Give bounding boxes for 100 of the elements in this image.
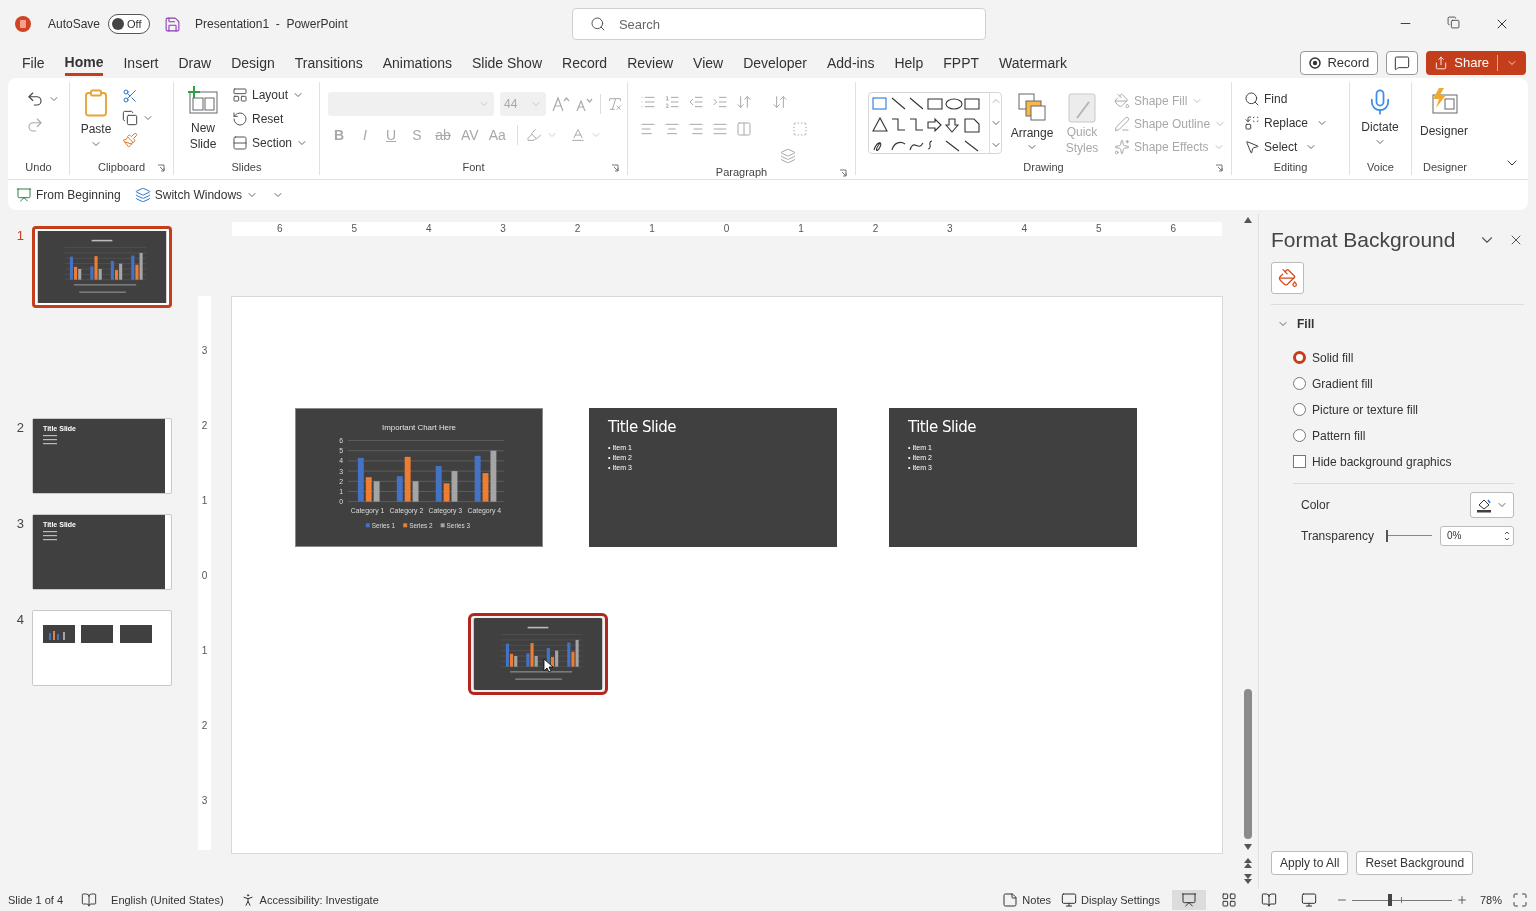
ribbon-tab[interactable]: Watermark	[989, 49, 1077, 77]
slide-option-button[interactable]: Reset	[232, 110, 309, 128]
slide-title: Title Slide	[908, 418, 978, 437]
share-button[interactable]: Share	[1426, 51, 1526, 75]
search-field[interactable]: Search	[571, 8, 986, 40]
radio-button[interactable]	[1293, 377, 1306, 390]
ruler-number: 5	[351, 224, 357, 234]
slide-option-button[interactable]: Section	[232, 134, 309, 152]
window-title: Presentation1 - PowerPoint	[195, 16, 348, 33]
ruler-number: 4	[1021, 224, 1028, 234]
zoom-level[interactable]: 78%	[1479, 891, 1502, 909]
grow-font-icon[interactable]	[552, 96, 570, 112]
quick-access-button[interactable]: From Beginning	[16, 186, 121, 204]
dialog-launcher-icon[interactable]	[157, 164, 165, 172]
arrange-button[interactable]: Arrange	[1010, 92, 1054, 156]
ribbon-tab[interactable]: Draw	[168, 49, 222, 77]
previous-slide-icon[interactable]	[1243, 857, 1253, 869]
radio-label[interactable]: Picture or texture fill	[1312, 400, 1419, 419]
fill-category-tab[interactable]	[1271, 261, 1304, 294]
ruler-number: 2	[574, 224, 581, 234]
next-slide-icon[interactable]	[1243, 873, 1253, 885]
ribbon-tab[interactable]: Review	[617, 49, 684, 77]
zoom-in-icon[interactable]	[1455, 894, 1468, 906]
editing-button[interactable]: Replace	[1244, 114, 1329, 132]
paste-button[interactable]: Paste	[78, 86, 114, 150]
ribbon-tab[interactable]: Insert	[113, 49, 169, 77]
group-label: Editing	[1273, 159, 1308, 175]
replace-icon	[1244, 115, 1260, 131]
radio-button[interactable]	[1293, 403, 1306, 416]
ruler-number: 2	[201, 421, 208, 431]
ribbon-tab[interactable]: Design	[221, 49, 285, 77]
ribbon-tab[interactable]: File	[12, 49, 55, 77]
view-icon	[1260, 892, 1277, 908]
color-picker-button[interactable]	[1470, 491, 1514, 518]
ruler-number: 3	[500, 224, 506, 234]
notes-button[interactable]: Notes	[1002, 891, 1052, 909]
copy-icon[interactable]	[122, 110, 138, 126]
ribbon-tab[interactable]: Home	[54, 49, 114, 77]
new-slide-button[interactable]: New Slide	[182, 86, 224, 152]
ruler-number: 5	[1096, 224, 1102, 234]
normal-view-button[interactable]	[1171, 890, 1206, 910]
spinner-icon[interactable]	[1504, 529, 1510, 542]
designer-button[interactable]: Designer	[1416, 86, 1472, 140]
group-label: Clipboard	[97, 159, 146, 175]
transparency-slider[interactable]	[1386, 529, 1432, 542]
undo-icon[interactable]	[26, 90, 44, 108]
ribbon-tab[interactable]: Slide Show	[461, 49, 552, 77]
record-button[interactable]: Record	[1300, 51, 1379, 75]
save-icon[interactable]	[164, 15, 182, 33]
fit-to-window-icon[interactable]	[1512, 892, 1528, 908]
ribbon-tab[interactable]: Help	[884, 49, 934, 77]
ribbon-tab[interactable]: Record	[552, 49, 618, 77]
dialog-launcher-icon[interactable]	[611, 164, 619, 172]
quick-access-button[interactable]: Switch Windows	[134, 186, 259, 204]
ruler-number: 2	[201, 721, 208, 731]
radio-label[interactable]: Solid fill	[1312, 348, 1354, 367]
checkbox-label[interactable]: Hide background graphics	[1312, 452, 1452, 471]
paint-bucket-icon	[1277, 267, 1298, 288]
editing-button[interactable]: Find	[1244, 90, 1329, 108]
pane-action-button[interactable]: Reset Background	[1356, 851, 1474, 875]
radio-label[interactable]: Gradient fill	[1312, 374, 1373, 393]
comments-button[interactable]	[1386, 51, 1419, 75]
slide-number: 2	[15, 419, 24, 437]
display-settings-button[interactable]: Display Settings	[1061, 891, 1160, 909]
radio-button[interactable]	[1293, 429, 1306, 442]
checkbox[interactable]	[1293, 455, 1306, 468]
accessibility-button[interactable]: Accessibility: Investigate	[239, 891, 379, 909]
editing-button[interactable]: Select	[1244, 138, 1329, 156]
ribbon-tab[interactable]: FPPT	[933, 49, 990, 77]
dictate-button[interactable]: Dictate	[1354, 86, 1406, 148]
fill-section-header[interactable]: Fill	[1271, 310, 1524, 337]
dialog-launcher-icon[interactable]	[1215, 164, 1223, 172]
transparency-field[interactable]: 0%	[1440, 525, 1514, 546]
paint-bucket-icon	[1114, 93, 1130, 109]
ribbon-tab[interactable]: Add-ins	[817, 49, 885, 77]
radio-label[interactable]: Pattern fill	[1312, 426, 1366, 445]
spelling-icon[interactable]	[81, 892, 98, 908]
ribbon-tab[interactable]: Developer	[733, 49, 817, 77]
dialog-launcher-icon[interactable]	[839, 169, 847, 177]
zoom-slider-thumb[interactable]	[1388, 894, 1393, 906]
format-painter-icon[interactable]	[122, 132, 138, 148]
slide-option-button[interactable]: Layout	[232, 86, 309, 104]
zoom-slider[interactable]	[1351, 894, 1452, 906]
scrollbar-thumb[interactable]	[1244, 689, 1252, 839]
ruler-number: 3	[201, 346, 208, 356]
scroll-down-icon[interactable]	[1243, 843, 1253, 851]
restore-icon[interactable]	[1447, 16, 1460, 29]
ribbon-tab[interactable]: View	[683, 49, 734, 77]
pane-action-button[interactable]: Apply to All	[1271, 851, 1349, 875]
language-status[interactable]: English (United States)	[111, 891, 224, 909]
scroll-up-icon[interactable]	[1243, 216, 1253, 224]
bullet-lines-drawing	[43, 530, 59, 542]
shrink-font-icon[interactable]	[576, 96, 594, 112]
font-color-icon[interactable]	[569, 127, 586, 143]
cut-icon[interactable]	[122, 88, 138, 104]
group-label: Paragraph	[715, 164, 768, 180]
radio-button[interactable]	[1293, 351, 1306, 364]
autosave-toggle[interactable]: Off	[108, 14, 151, 34]
ribbon-tab[interactable]: Animations	[372, 49, 462, 77]
ribbon-tab[interactable]: Transitions	[284, 49, 373, 77]
